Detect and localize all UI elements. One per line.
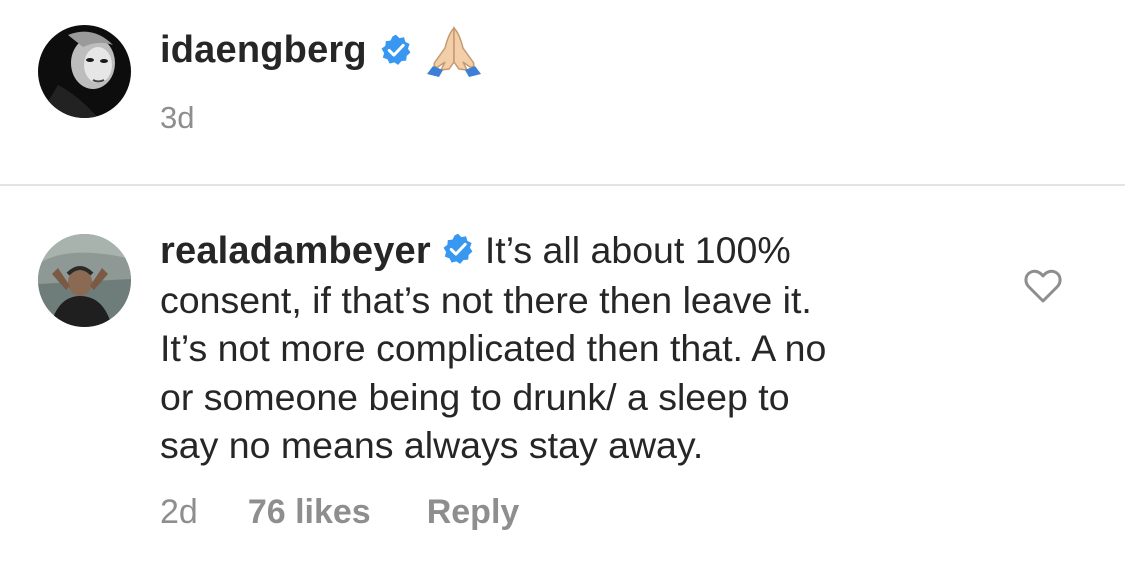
comment-header: idaengberg [160,22,483,78]
comment-text: It’s all about 100% [484,229,791,271]
comment-line: realadambeyer It’s all about 100% [160,226,970,276]
likes-count[interactable]: 76 likes [248,493,371,532]
avatar[interactable] [38,234,131,327]
divider [0,184,1125,186]
comment-line: It’s not more complicated then that. A n… [160,327,827,369]
comment-timestamp: 3d [160,100,195,135]
comment-meta: 2d 76 likes Reply [160,493,519,532]
avatar[interactable] [38,25,131,118]
username[interactable]: realadambeyer [160,230,431,272]
verified-badge-icon [379,33,413,67]
comment-timestamp: 2d [160,493,198,531]
heart-outline-icon[interactable] [1023,268,1063,304]
verified-badge-icon [441,232,475,266]
comment-line: consent, if that’s not there then leave … [160,278,812,321]
folded-hands-emoji [425,22,483,78]
username[interactable]: idaengberg [160,29,367,72]
comment-line: or someone being to drunk/ a sleep to [160,375,790,418]
reply-button[interactable]: Reply [427,493,520,532]
comment-body: realadambeyer It’s all about 100% consent… [160,226,970,470]
comment-line: say no means always stay away. [160,424,704,466]
